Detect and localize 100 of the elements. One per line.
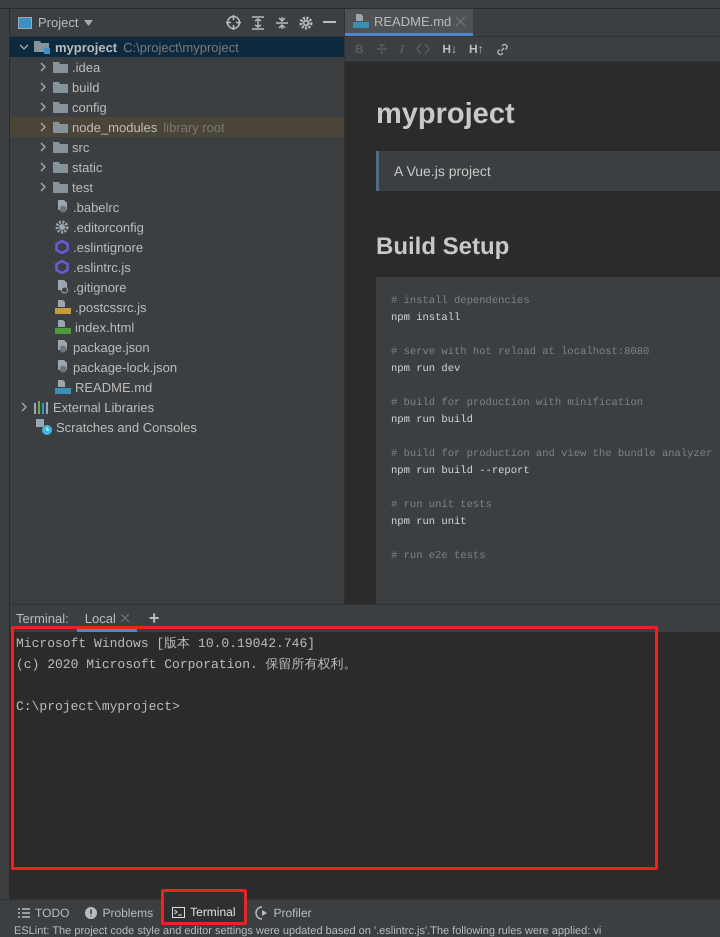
list-icon bbox=[18, 908, 30, 918]
link-button[interactable] bbox=[496, 41, 509, 57]
tree-item-hint: library root bbox=[163, 120, 225, 134]
tree-item-label: node_modules bbox=[72, 120, 158, 134]
tool-window-button[interactable]: TODO bbox=[10, 900, 78, 925]
tree-row[interactable]: README.md bbox=[10, 377, 344, 397]
chevron-icon[interactable] bbox=[20, 402, 28, 412]
tree-item-label: External Libraries bbox=[53, 400, 154, 414]
tree-row[interactable]: .gitignore bbox=[10, 277, 344, 297]
tree-item-hint: C:\project\myproject bbox=[123, 40, 239, 54]
tree-row[interactable]: External Libraries bbox=[10, 397, 344, 417]
tree-item-label: .babelrc bbox=[73, 200, 120, 214]
tree-row[interactable]: package.json bbox=[10, 337, 344, 357]
code-comment: # build for production with minification bbox=[391, 396, 644, 411]
code-comment: # run e2e tests bbox=[391, 549, 487, 564]
terminal-tab[interactable]: Local bbox=[76, 604, 137, 632]
crosshair-icon[interactable] bbox=[226, 15, 241, 30]
code-comment: # run unit tests bbox=[391, 498, 493, 513]
tree-item-label: .postcssrc.js bbox=[75, 300, 147, 314]
link-icon bbox=[496, 42, 509, 56]
terminal-icon bbox=[172, 906, 186, 918]
panel-title[interactable]: Project bbox=[38, 15, 78, 30]
terminal-label: Terminal: bbox=[16, 610, 69, 626]
folder-icon bbox=[53, 61, 68, 73]
tree-item-label: index.html bbox=[75, 320, 134, 334]
json-file-icon bbox=[55, 360, 69, 374]
exclamation-icon bbox=[85, 906, 98, 918]
tree-row[interactable]: node_modules library root bbox=[10, 117, 344, 137]
tree-item-label: myproject bbox=[55, 40, 118, 54]
ignored-file-icon bbox=[55, 280, 69, 294]
tool-window-button[interactable]: Terminal bbox=[161, 889, 246, 925]
heading-button[interactable]: H↓ bbox=[442, 41, 458, 57]
editor-tab[interactable]: README.md bbox=[345, 9, 474, 36]
tree-row[interactable]: test bbox=[10, 177, 344, 197]
hexagon-icon bbox=[55, 240, 69, 254]
tree-item-label: build bbox=[72, 80, 100, 94]
html-file-icon bbox=[55, 320, 71, 334]
code-command: npm run build --report bbox=[391, 464, 531, 479]
tool-window-button[interactable]: Profiler bbox=[246, 900, 320, 925]
tree-row[interactable]: .eslintrc.js bbox=[10, 257, 344, 277]
gear-icon bbox=[55, 220, 69, 234]
tree-row[interactable]: package-lock.json bbox=[10, 357, 344, 377]
collapse-all-icon[interactable] bbox=[275, 16, 289, 30]
tree-row[interactable]: src bbox=[10, 137, 344, 157]
tree-item-label: .eslintignore bbox=[73, 240, 144, 254]
minimize-icon[interactable] bbox=[323, 21, 336, 24]
code-command: npm run unit bbox=[391, 515, 468, 530]
js-file-icon bbox=[55, 300, 71, 314]
tree-item-label: test bbox=[72, 180, 93, 194]
tree-row[interactable]: .postcssrc.js bbox=[10, 297, 344, 317]
hexagon-icon bbox=[55, 260, 69, 274]
heading-button[interactable]: H↑ bbox=[469, 41, 484, 57]
folder-icon bbox=[53, 81, 68, 93]
tree-row[interactable]: Scratches and Consoles bbox=[10, 417, 344, 437]
tree-item-label: package-lock.json bbox=[73, 360, 178, 374]
tree-row[interactable]: .eslintignore bbox=[10, 237, 344, 257]
add-tab-button[interactable]: + bbox=[144, 608, 164, 629]
terminal-tab-label: Local bbox=[84, 610, 116, 626]
chevron-icon[interactable] bbox=[20, 42, 28, 52]
code-command: npm install bbox=[391, 311, 462, 326]
folder-icon bbox=[53, 181, 68, 193]
tree-row[interactable]: build bbox=[10, 77, 344, 97]
terminal-line: Microsoft Windows [版本 10.0.19042.746] bbox=[16, 636, 316, 651]
tree-item-label: config bbox=[72, 100, 107, 114]
code-brackets-icon bbox=[416, 43, 430, 55]
expand-all-icon[interactable] bbox=[251, 16, 265, 30]
tree-item-label: README.md bbox=[75, 380, 152, 394]
tree-row[interactable]: .editorconfig bbox=[10, 217, 344, 237]
folder-icon bbox=[53, 101, 68, 113]
tree-item-label: package.json bbox=[73, 340, 150, 354]
tree-item-label: Scratches and Consoles bbox=[56, 420, 197, 434]
library-bars-icon bbox=[34, 400, 49, 414]
code-command: npm run build bbox=[391, 413, 474, 428]
tree-item-label: .eslintrc.js bbox=[73, 260, 131, 274]
strikethrough-icon bbox=[376, 43, 388, 55]
close-icon[interactable] bbox=[120, 614, 129, 622]
tree-item-label: .gitignore bbox=[73, 280, 126, 294]
caret-icon[interactable] bbox=[84, 20, 94, 26]
tree-row[interactable]: .idea bbox=[10, 57, 344, 77]
tree-row[interactable]: myproject C:\project\myproject bbox=[10, 37, 344, 57]
panel-icon bbox=[18, 16, 32, 28]
json-file-icon bbox=[55, 340, 69, 354]
code-comment: # build for production and view the bundle analyzer bbox=[391, 447, 714, 462]
preview-heading: Build Setup bbox=[376, 233, 510, 261]
tree-row[interactable]: index.html bbox=[10, 317, 344, 337]
gauge-play-icon bbox=[254, 906, 268, 920]
project-folder-icon bbox=[34, 40, 51, 54]
tree-row[interactable]: static bbox=[10, 157, 344, 177]
folder-icon bbox=[53, 141, 68, 153]
tree-item-label: static bbox=[72, 160, 102, 174]
terminal-prompt: C:\project\myproject> bbox=[16, 698, 180, 714]
preview-title: myproject bbox=[376, 98, 516, 131]
tree-row[interactable]: .babelrc bbox=[10, 197, 344, 217]
tool-window-button[interactable]: Problems bbox=[77, 900, 162, 925]
tree-row[interactable]: config bbox=[10, 97, 344, 117]
md-file-icon bbox=[353, 14, 369, 28]
settings-icon[interactable] bbox=[299, 16, 313, 30]
code-comment: # serve with hot reload at localhost:8080 bbox=[391, 345, 650, 360]
code-comment: # install dependencies bbox=[391, 294, 531, 309]
terminal-line: (c) 2020 Microsoft Corporation. 保留所有权利。 bbox=[16, 656, 357, 672]
